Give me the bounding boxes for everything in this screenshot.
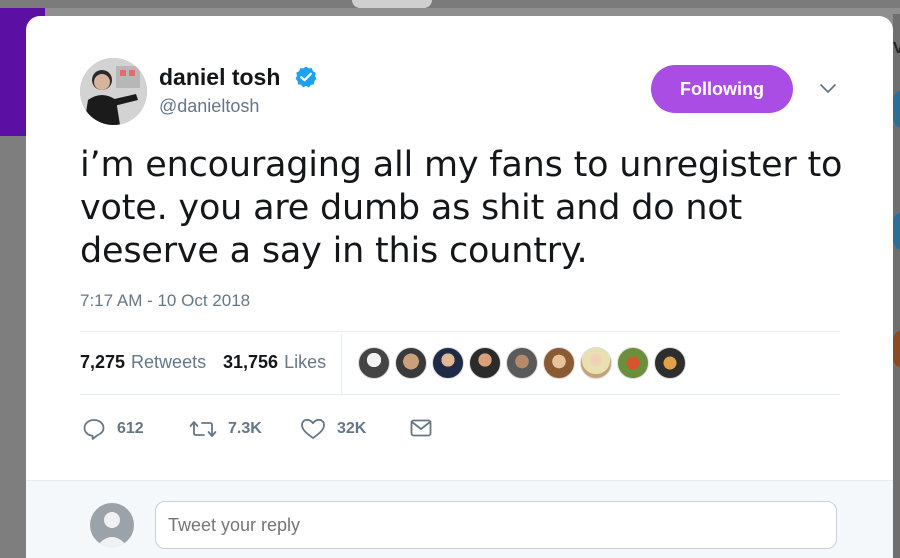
tweet-text: i’m encouraging all my fans to unregiste…	[80, 145, 843, 271]
divider	[80, 331, 840, 332]
liker-avatar[interactable]	[580, 347, 612, 379]
liker-avatar[interactable]	[432, 347, 464, 379]
like-count: 32K	[337, 420, 367, 437]
background-avatar-3	[893, 330, 900, 368]
background-avatar-2	[893, 212, 900, 250]
following-button[interactable]: Following	[651, 65, 793, 113]
verified-badge-icon	[295, 66, 317, 88]
liker-avatar[interactable]	[617, 347, 649, 379]
background-left-strip	[0, 136, 26, 558]
retweet-action[interactable]: 7.3K	[189, 418, 262, 440]
likes-stat[interactable]: 31,756 Likes	[223, 352, 326, 373]
reply-input[interactable]	[155, 501, 837, 549]
divider	[80, 394, 840, 395]
retweets-count: 7,275	[80, 352, 126, 372]
likes-label: Likes	[284, 352, 327, 372]
retweets-stat[interactable]: 7,275 Retweets	[80, 352, 206, 373]
tweet-timestamp[interactable]: 7:17 AM - 10 Oct 2018	[80, 291, 250, 311]
likes-count: 31,756	[223, 352, 279, 372]
direct-message-icon	[410, 419, 432, 437]
background-top-pill	[352, 0, 432, 8]
direct-message-action[interactable]	[410, 418, 443, 438]
liker-avatar[interactable]	[506, 347, 538, 379]
retweet-icon	[189, 421, 217, 437]
liker-avatar[interactable]	[469, 347, 501, 379]
reply-icon	[83, 419, 105, 440]
background-right-letter: V	[893, 40, 900, 57]
author-name[interactable]: daniel tosh	[159, 64, 280, 91]
liker-avatar[interactable]	[358, 347, 390, 379]
author-avatar[interactable]	[80, 58, 147, 125]
chevron-down-icon[interactable]	[819, 82, 837, 96]
user-avatar	[90, 503, 134, 547]
liker-avatar[interactable]	[395, 347, 427, 379]
stats-separator	[341, 334, 342, 394]
liker-avatar[interactable]	[543, 347, 575, 379]
like-icon	[301, 418, 325, 439]
liker-avatar[interactable]	[654, 347, 686, 379]
background-top-bar	[0, 0, 900, 8]
author-handle[interactable]: @danieltosh	[159, 96, 259, 117]
like-action[interactable]: 32K	[300, 418, 366, 440]
retweets-label: Retweets	[131, 352, 207, 372]
reply-action[interactable]: 612	[82, 418, 144, 440]
background-avatar-1	[893, 90, 900, 128]
likers-avatars	[358, 347, 691, 379]
tweet-modal: daniel tosh @danieltosh Following i’m en…	[26, 16, 893, 558]
retweet-count: 7.3K	[228, 420, 262, 437]
reply-count: 612	[117, 420, 144, 437]
